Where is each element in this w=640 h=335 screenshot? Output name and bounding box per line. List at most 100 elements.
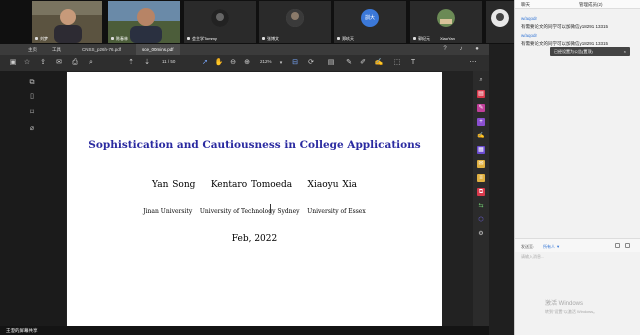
bell-icon[interactable]: ♪	[456, 44, 466, 54]
page-icon[interactable]: ▯	[28, 93, 36, 101]
participant-tile-3[interactable]: 会主学Tommy	[184, 1, 256, 43]
chevron-down-icon[interactable]: ▾	[276, 58, 286, 68]
send-to-select[interactable]: 所有人 ▼	[543, 244, 560, 250]
tab-tools[interactable]: 工具	[46, 44, 67, 55]
help-icon[interactable]: ?	[440, 44, 450, 54]
mail-icon[interactable]: ✉	[54, 58, 64, 68]
protect-icon[interactable]: ⬡	[477, 216, 485, 224]
participant-name-4: 张博文	[267, 36, 279, 41]
tooltip-text: 已经设置为公告(置顶)	[554, 49, 593, 54]
combine-icon[interactable]: ⧉	[477, 188, 485, 196]
participant-name-6: 郭纪元	[418, 36, 430, 41]
search-icon[interactable]: ⌕	[477, 76, 485, 84]
search-icon[interactable]: ⌕	[86, 58, 96, 68]
avatar	[286, 9, 304, 27]
paper-authors: Yan Song Kentaro Tomoeda Xiaoyu Xia	[151, 180, 358, 190]
select-cursor-icon[interactable]: ➚	[200, 58, 210, 68]
mic-icon	[337, 37, 340, 41]
bookmark-icon[interactable]: ☆	[22, 58, 32, 68]
page-down-icon[interactable]: ⇣	[142, 58, 152, 68]
bookmark-panel-icon[interactable]: ⌑	[28, 109, 36, 117]
text-cursor	[270, 204, 273, 213]
close-icon[interactable]: ×	[624, 47, 626, 56]
message-input[interactable]: 请输入消息...	[521, 254, 544, 260]
screen-share-bar: 王澄的屏幕共享	[0, 326, 489, 335]
watermark-title: 激活 Windows	[545, 301, 584, 307]
print-icon[interactable]: ⎙	[70, 58, 80, 68]
tab-members[interactable]: 管理成员(2)	[579, 2, 603, 8]
page-indicator[interactable]: 11 / 50	[162, 59, 175, 64]
pdf-toolbar: ▣ ☆ ⇪ ✉ ⎙ ⌕ ⇡ ⇣ 11 / 50 ➚ ✋ ⊖ ⊕ 212% ▾ ⊟…	[0, 55, 489, 71]
stamp-icon[interactable]: ⬚	[392, 58, 402, 68]
send-to-row: 发送至: 所有人 ▼	[515, 238, 640, 252]
tab-home[interactable]: 主页	[22, 44, 43, 55]
rotate-icon[interactable]: ⟳	[306, 58, 316, 68]
text-box-icon[interactable]: T	[408, 58, 418, 68]
page-up-icon[interactable]: ⇡	[126, 58, 136, 68]
organize-icon[interactable]: ▦	[477, 146, 485, 154]
zoom-out-icon[interactable]: ⊖	[228, 58, 238, 68]
thumbnails-icon[interactable]: ⧉	[28, 79, 36, 87]
emoji-icon[interactable]	[615, 243, 620, 248]
tools-icon[interactable]: ⚙	[477, 230, 485, 238]
avatar	[211, 9, 229, 27]
zoom-level[interactable]: 212%	[260, 59, 272, 64]
tab-pdf-2[interactable]: sce_00mins.pdf	[136, 44, 180, 55]
message-sender: w/aqodr	[521, 16, 538, 21]
send-to-label: 发送至:	[521, 244, 535, 249]
mic-icon	[262, 37, 265, 41]
paper-affiliations: Jinan University University of Technolog…	[143, 208, 366, 215]
create-pdf-icon[interactable]: +	[477, 118, 485, 126]
tab-chat[interactable]: 聊天	[521, 2, 530, 8]
message-sender: w/aqodr	[521, 33, 538, 38]
chat-header: 聊天 管理成员(2)	[515, 0, 640, 9]
avatar	[491, 9, 509, 27]
chat-panel: 聊天 管理成员(2) w/aqodr 有需要论文的同学可以加微信y18291 1…	[514, 0, 640, 335]
avatar-initials: 訓大	[361, 9, 379, 27]
watermark-subtitle: 转到"设置"以激活 Windows。	[545, 309, 598, 314]
tab-bar: 主页 工具 CNSS_p26h-76.pdf sce_00mins.pdf ? …	[0, 44, 489, 55]
share-icon[interactable]: ⇆	[477, 202, 485, 210]
zoom-in-icon[interactable]: ⊕	[242, 58, 252, 68]
mic-icon	[187, 37, 190, 41]
participant-name-3: 会主学Tommy	[192, 36, 217, 41]
save-icon[interactable]: ▣	[8, 58, 18, 68]
comment-icon[interactable]: ▤	[326, 58, 336, 68]
fill-sign-icon[interactable]: ✍	[477, 132, 485, 140]
mic-icon	[35, 37, 38, 41]
participant-tile-7[interactable]	[486, 1, 514, 43]
left-navigation-rail: ⧉ ▯ ⌑ ⌀	[0, 71, 66, 335]
highlight-icon[interactable]: ✐	[358, 58, 368, 68]
fit-page-icon[interactable]: ⊟	[290, 58, 300, 68]
pinned-tooltip: 已经设置为公告(置顶) ×	[550, 47, 630, 56]
attachment-icon[interactable]: ⌀	[28, 125, 36, 133]
participant-name-7: XiaoYan	[440, 36, 455, 41]
file-icon[interactable]	[625, 243, 630, 248]
edit-pdf-icon[interactable]: ✎	[477, 104, 485, 112]
participant-tile-5[interactable]: 訓大 郑玖天	[334, 1, 406, 43]
more-icon[interactable]: ⋯	[468, 58, 478, 68]
message-text: 有需要论文的同学可以加微信y18291 13315	[521, 24, 609, 29]
upload-icon[interactable]: ⇪	[38, 58, 48, 68]
participant-name-2: 陈春林	[116, 36, 128, 41]
participant-name-5: 郑玖天	[342, 36, 354, 41]
mic-icon	[413, 37, 416, 41]
signature-icon[interactable]: ✍	[374, 58, 384, 68]
participant-tile-2[interactable]: 陈春林	[108, 1, 180, 43]
participant-name-1: 刘梦	[40, 36, 48, 41]
panel-divider	[489, 44, 514, 335]
hand-icon[interactable]: ✋	[214, 58, 224, 68]
screen-share-label: 王澄的屏幕共享	[6, 328, 38, 333]
avatar	[437, 9, 455, 27]
pdf-page: Sophistication and Cautiousness in Colle…	[67, 72, 442, 335]
export-pdf-icon[interactable]: ▤	[477, 90, 485, 98]
participant-tile-1[interactable]: 刘梦	[32, 1, 102, 43]
tab-pdf-1[interactable]: CNSS_p26h-76.pdf	[76, 44, 127, 55]
paper-date: Feb, 2022	[231, 234, 278, 244]
pen-icon[interactable]: ✎	[344, 58, 354, 68]
comment-icon[interactable]: ✉	[477, 160, 485, 168]
windows-watermark: 激活 Windows 转到"设置"以激活 Windows。	[545, 300, 597, 316]
participant-tile-4[interactable]: 张博文	[259, 1, 331, 43]
compress-icon[interactable]: ≡	[477, 174, 485, 182]
user-icon[interactable]: ●	[472, 44, 482, 54]
